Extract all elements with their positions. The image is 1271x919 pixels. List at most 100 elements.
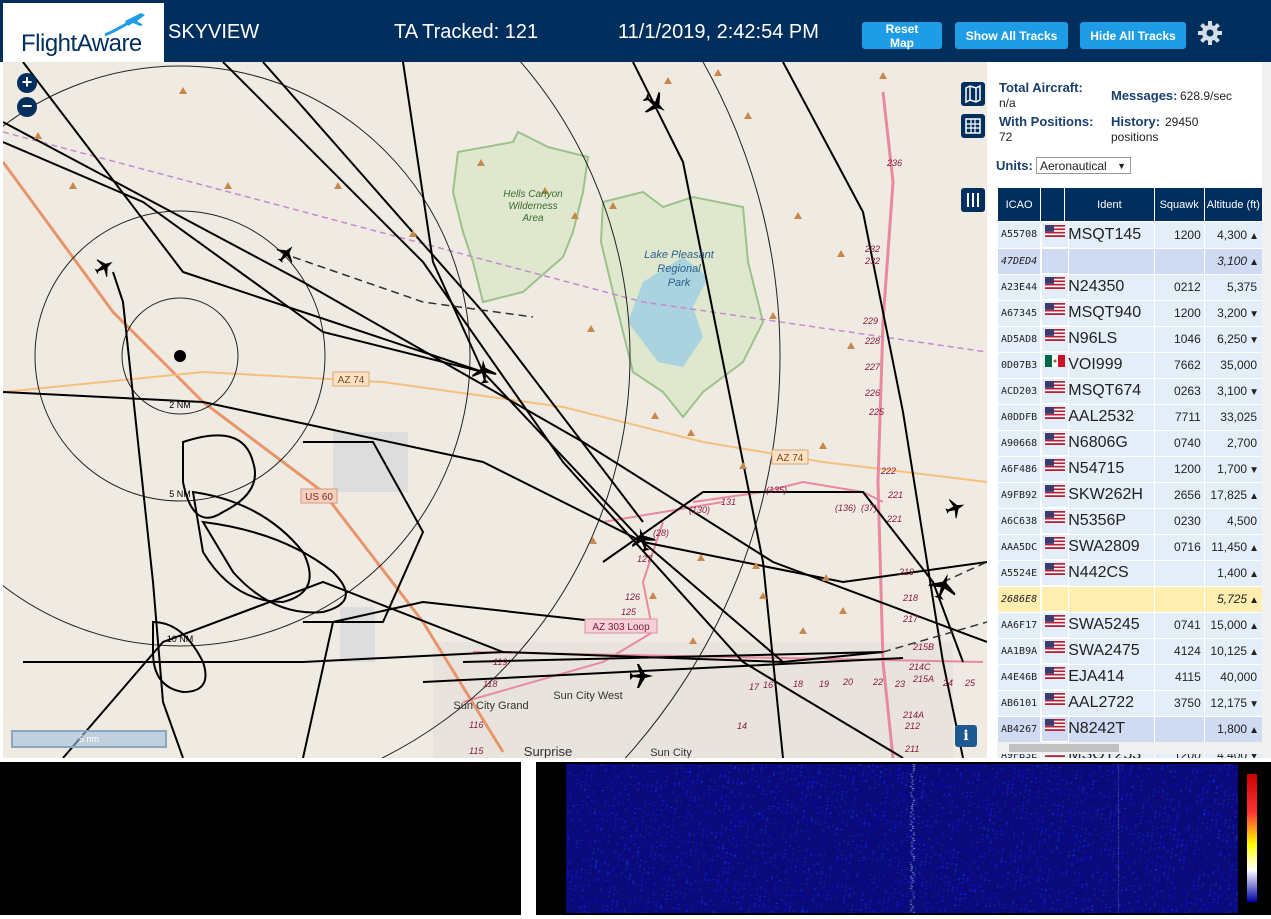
- table-row[interactable]: A55708 MSQT145 1200 4,300 ▲: [996, 221, 1264, 249]
- svg-text:19: 19: [819, 679, 829, 689]
- icao-cell-text: 0D07B3: [1001, 359, 1038, 371]
- ident-cell: MSQT145: [1064, 221, 1155, 249]
- altitude-cell: 1,700 ▼: [1203, 455, 1264, 483]
- table-row[interactable]: A9FB92 SKW262H 2656 17,825 ▲: [996, 481, 1264, 509]
- table-row[interactable]: ACD203 MSQT674 0263 3,100 ▼: [996, 377, 1264, 405]
- icao-cell-text: A6C638: [1001, 515, 1038, 527]
- map-grid-button[interactable]: [961, 114, 985, 138]
- table-row[interactable]: A6F486 N54715 1200 1,700 ▼: [996, 455, 1264, 483]
- altitude-cell: 17,825 ▲: [1203, 481, 1264, 509]
- info-button[interactable]: i: [955, 725, 977, 747]
- map-layers-button[interactable]: [961, 82, 985, 106]
- hide-all-tracks-button[interactable]: Hide All Tracks: [1080, 22, 1186, 49]
- squawk-cell-text: 2656: [1174, 488, 1201, 502]
- altitude-cell: 2,700: [1203, 429, 1264, 457]
- table-row[interactable]: A5524E N442CS 1,400 ▲: [996, 559, 1264, 587]
- label-sun-city-west: Sun City West: [553, 690, 623, 702]
- table-horizontal-scrollbar[interactable]: [997, 742, 1263, 754]
- grid-icon: [965, 118, 981, 134]
- flag-cell: [1041, 534, 1070, 560]
- squawk-cell-text: 1200: [1174, 462, 1201, 476]
- squawk-cell: 4124: [1153, 637, 1205, 665]
- us-flag-icon: [1045, 484, 1066, 497]
- ident-cell-text: MSQT145: [1068, 225, 1142, 243]
- table-row[interactable]: A6C638 N5356P 0230 4,500: [996, 507, 1264, 535]
- altitude-cell: 40,000: [1203, 663, 1264, 691]
- altitude-cell-text: 6,250: [1217, 332, 1248, 346]
- table-row[interactable]: 47DED4 3,100 ▲: [996, 247, 1264, 275]
- table-row[interactable]: A67345 MSQT940 1200 3,200 ▼: [996, 299, 1264, 327]
- table-row[interactable]: AA1B9A SWA2475 4124 10,125 ▲: [996, 637, 1264, 665]
- show-all-tracks-button[interactable]: Show All Tracks: [955, 22, 1068, 49]
- svg-text:229: 229: [862, 316, 878, 326]
- table-row[interactable]: AA6F17 SWA5245 0741 15,000 ▲: [996, 611, 1264, 639]
- us-flag-icon: [1045, 536, 1066, 549]
- icao-cell: A67345: [996, 299, 1042, 327]
- table-row[interactable]: A0DDFB AAL2532 7711 33,025: [996, 403, 1264, 431]
- squawk-cell-text: 0716: [1174, 540, 1201, 554]
- table-row[interactable]: AB4267 N8242T 1,800 ▲: [996, 715, 1264, 743]
- icao-cell: A6C638: [996, 507, 1042, 535]
- page-vertical-scrollbar[interactable]: [1262, 62, 1271, 758]
- ident-cell: AAL2532: [1064, 403, 1155, 431]
- flag-cell: [1041, 300, 1070, 326]
- altitude-cell-text: 17,825: [1210, 488, 1248, 502]
- zoom-out-button[interactable]: −: [17, 97, 37, 117]
- reset-map-button[interactable]: Reset Map: [862, 22, 942, 50]
- table-row[interactable]: A4E46B EJA414 4115 40,000: [996, 663, 1264, 691]
- col-header-icao[interactable]: ICAO: [996, 187, 1042, 222]
- settings-gear-icon[interactable]: [1197, 20, 1223, 46]
- columns-icon: [967, 193, 979, 207]
- svg-text:20: 20: [842, 677, 853, 687]
- table-row[interactable]: 2686E8 5,725 ▲: [996, 585, 1264, 613]
- col-header-altitude[interactable]: Altitude (ft): [1203, 187, 1264, 222]
- table-row[interactable]: A23E44 N24350 0212 5,375: [996, 273, 1264, 301]
- altitude-trend-icon: ▼: [1249, 387, 1259, 398]
- altitude-cell: 15,000 ▲: [1203, 611, 1264, 639]
- svg-text:219: 219: [898, 567, 914, 577]
- label-hells-canyon-2: Wilderness: [508, 201, 557, 212]
- us-flag-icon: [1045, 380, 1066, 393]
- col-header-ident[interactable]: Ident: [1064, 187, 1155, 222]
- squawk-cell: [1153, 585, 1205, 613]
- us-flag-icon: [1045, 562, 1066, 575]
- altitude-cell-text: 5,375: [1226, 280, 1257, 294]
- svg-text:214C: 214C: [908, 662, 931, 672]
- ident-cell-text: N24350: [1068, 278, 1125, 295]
- units-select[interactable]: Aeronautical ▼: [1036, 157, 1131, 174]
- flag-cell: [1041, 560, 1070, 586]
- flightaware-logo[interactable]: FlightAware: [3, 3, 164, 62]
- icao-cell-text: A0DDFB: [1001, 411, 1038, 423]
- columns-toggle-button[interactable]: [961, 188, 985, 212]
- icao-cell: A0DDFB: [996, 403, 1042, 431]
- label-lake-pleasant-3: Park: [668, 277, 691, 289]
- table-row[interactable]: 0D07B3 VOI999 7662 35,000: [996, 351, 1264, 379]
- ident-cell: N96LS: [1064, 325, 1155, 353]
- altitude-cell: 5,375: [1203, 273, 1264, 301]
- table-row[interactable]: AB6101 AAL2722 3750 12,175 ▼: [996, 689, 1264, 717]
- flag-cell: [1041, 690, 1070, 716]
- units-label: Units:: [996, 158, 1033, 173]
- ident-cell: MSQT674: [1064, 377, 1155, 405]
- table-row[interactable]: AAA5DC SWA2809 0716 11,450 ▲: [996, 533, 1264, 561]
- svg-text:221: 221: [886, 514, 902, 524]
- icao-cell-text: A55708: [1001, 229, 1038, 241]
- ident-cell: N8242T: [1064, 715, 1155, 743]
- col-header-flag[interactable]: [1040, 187, 1066, 222]
- svg-text:217: 217: [902, 614, 919, 624]
- icao-cell-text: AA6F17: [1001, 619, 1038, 631]
- map-view[interactable]: Hells Canyon Wilderness Area Lake Pleasa…: [3, 62, 987, 758]
- svg-text:118: 118: [483, 679, 497, 689]
- flag-cell: [1041, 222, 1070, 248]
- squawk-cell: 0741: [1153, 611, 1205, 639]
- col-header-squawk[interactable]: Squawk: [1153, 187, 1205, 222]
- table-row[interactable]: AD5AD8 N96LS 1046 6,250 ▼: [996, 325, 1264, 353]
- ident-cell: SKW262H: [1064, 481, 1155, 509]
- scrollbar-thumb[interactable]: [1009, 744, 1119, 752]
- table-row[interactable]: A90668 N6806G 0740 2,700: [996, 429, 1264, 457]
- svg-text:115: 115: [469, 746, 484, 756]
- zoom-in-button[interactable]: +: [17, 73, 37, 93]
- altitude-cell-text: 3,100: [1217, 254, 1248, 268]
- altitude-cell: 3,100 ▲: [1203, 247, 1264, 275]
- map-canvas[interactable]: Hells Canyon Wilderness Area Lake Pleasa…: [3, 62, 987, 758]
